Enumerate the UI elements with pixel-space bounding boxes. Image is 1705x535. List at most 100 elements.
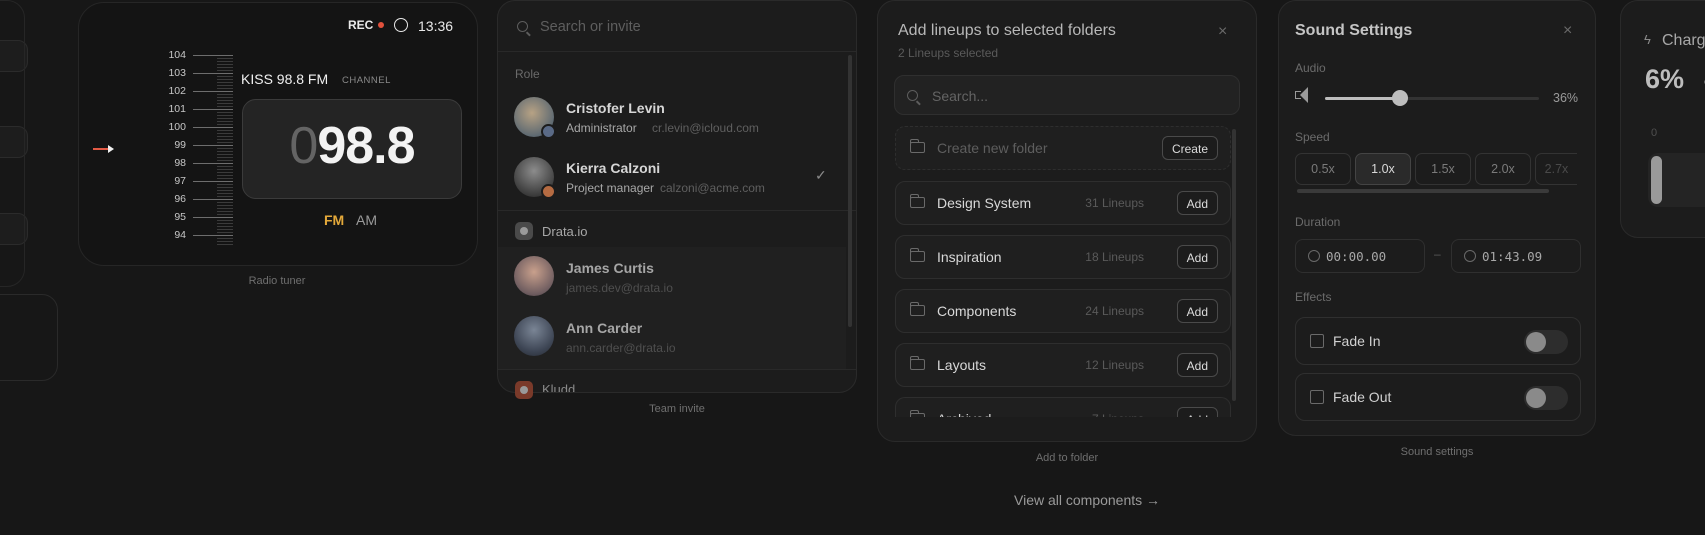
folder-row[interactable]: Layouts 12 Lineups Add (895, 343, 1231, 387)
folder-name: Inspiration (937, 249, 1002, 265)
scale-minor-tick (217, 154, 233, 155)
scale-frequency-label: 102 (168, 85, 186, 97)
fade-in-icon (1310, 334, 1324, 348)
scale-minor-tick (217, 115, 233, 116)
person-email: james.dev@drata.io (566, 281, 673, 295)
org-name: Kludd (542, 382, 576, 392)
avatar-badge-icon (541, 124, 556, 139)
add-button[interactable]: Add (1176, 299, 1218, 323)
folder-name: Layouts (937, 357, 987, 373)
scale-minor-tick (217, 121, 233, 122)
charge-bar (1648, 153, 1705, 207)
clock-icon (1464, 250, 1476, 262)
person-name[interactable]: James Curtis (566, 260, 654, 276)
band-am[interactable]: AM (356, 212, 377, 228)
scale-minor-tick (217, 226, 233, 227)
person-name[interactable]: Cristofer Levin (566, 100, 665, 116)
scale-minor-tick (217, 133, 233, 134)
radio-caption: Radio tuner (248, 275, 306, 287)
scale-minor-tick (217, 208, 233, 209)
charge-card: ϟ Charg 6% 0 (1620, 0, 1705, 238)
speed-option[interactable]: 0.5x (1295, 153, 1351, 185)
folder-row[interactable]: Components 24 Lineups Add (895, 289, 1231, 333)
duration-end-field[interactable]: 01:43.09 (1451, 239, 1581, 273)
scale-frequency-label: 104 (168, 49, 186, 61)
view-all-link[interactable]: View all components → (1014, 492, 1160, 508)
org-name: Drata.io (542, 224, 588, 239)
left-panel-edge (0, 0, 25, 287)
add-button[interactable]: Add (1176, 407, 1218, 417)
org-divider (498, 210, 856, 211)
scale-minor-tick (217, 160, 233, 161)
speed-label: Speed (1295, 130, 1330, 144)
team-search-input[interactable]: Search or invite (540, 19, 641, 35)
folder-row[interactable]: Design System 31 Lineups Add (895, 181, 1231, 225)
scale-minor-tick (217, 238, 233, 239)
speed-option[interactable]: 1.0x (1355, 153, 1411, 185)
folder-row[interactable]: Inspiration 18 Lineups Add (895, 235, 1231, 279)
scale-major-tick (193, 145, 233, 146)
folder-caption: Add to folder (1035, 452, 1099, 464)
search-icon (517, 21, 528, 32)
duration-start-field[interactable]: 00:00.00 (1295, 239, 1425, 273)
scale-major-tick (193, 109, 233, 110)
charge-value: 6% (1645, 64, 1685, 94)
add-button[interactable]: Add (1176, 191, 1218, 215)
new-folder-input[interactable]: Create new folder (937, 140, 1048, 156)
scale-minor-tick (217, 175, 233, 176)
scale-major-tick (193, 199, 233, 200)
person-name[interactable]: Ann Carder (566, 320, 642, 336)
folder-search-input[interactable]: Search... (932, 88, 988, 104)
person-name[interactable]: Kierra Calzoni (566, 160, 660, 176)
folder-icon (909, 302, 925, 316)
volume-fill (1325, 97, 1400, 100)
scale-frequency-label: 97 (174, 175, 186, 187)
scale-major-tick (193, 181, 233, 182)
scale-minor-tick (217, 193, 233, 194)
scale-minor-tick (217, 229, 233, 230)
scrollbar[interactable] (1232, 129, 1236, 401)
band-fm[interactable]: FM (324, 212, 344, 228)
scrollbar[interactable] (848, 55, 852, 327)
scale-minor-tick (217, 172, 233, 173)
scale-minor-tick (217, 148, 233, 149)
close-icon[interactable]: × (1218, 23, 1227, 41)
close-icon[interactable]: × (1563, 22, 1572, 40)
fade-out-toggle[interactable] (1524, 386, 1568, 410)
scale-minor-tick (217, 136, 233, 137)
scale-minor-tick (217, 70, 233, 71)
speed-option[interactable]: 2.0x (1475, 153, 1531, 185)
scale-minor-tick (217, 241, 233, 242)
scale-frequency-label: 103 (168, 67, 186, 79)
scale-minor-tick (217, 64, 233, 65)
scale-minor-tick (217, 184, 233, 185)
scale-minor-tick (217, 85, 233, 86)
scale-minor-tick (217, 139, 233, 140)
team-invite-card: Search or invite Role Cristofer Levin Ad… (497, 0, 857, 399)
speed-option[interactable]: 1.5x (1415, 153, 1471, 185)
duration-label: Duration (1295, 215, 1341, 229)
add-button[interactable]: Add (1176, 353, 1218, 377)
scale-minor-tick (217, 94, 233, 95)
create-button[interactable]: Create (1161, 136, 1218, 160)
folder-count: 7 Lineups (1092, 412, 1144, 417)
org-divider (498, 369, 856, 370)
effect-fade-out: Fade Out (1295, 373, 1581, 421)
scale-frequency-label: 98 (174, 157, 186, 169)
folder-row[interactable]: Archived 7 Lineups Add (895, 397, 1231, 417)
toggle-knob (1526, 388, 1546, 408)
add-button[interactable]: Add (1176, 245, 1218, 269)
scale-minor-tick (217, 157, 233, 158)
effect-name: Fade In (1333, 333, 1381, 349)
scale-frequency-label: 96 (174, 193, 186, 205)
speed-scrollbar[interactable] (1297, 189, 1549, 193)
fade-in-toggle[interactable] (1524, 330, 1568, 354)
speed-option[interactable]: 2.7x (1535, 153, 1577, 185)
toggle-knob (1526, 332, 1546, 352)
volume-thumb[interactable] (1391, 90, 1408, 106)
channel-label: CHANNEL (342, 75, 391, 86)
tuner-pointer-head-icon (108, 145, 114, 153)
volume-track[interactable] (1325, 90, 1539, 106)
audio-label: Audio (1295, 61, 1326, 75)
folder-count: 24 Lineups (1085, 304, 1144, 318)
